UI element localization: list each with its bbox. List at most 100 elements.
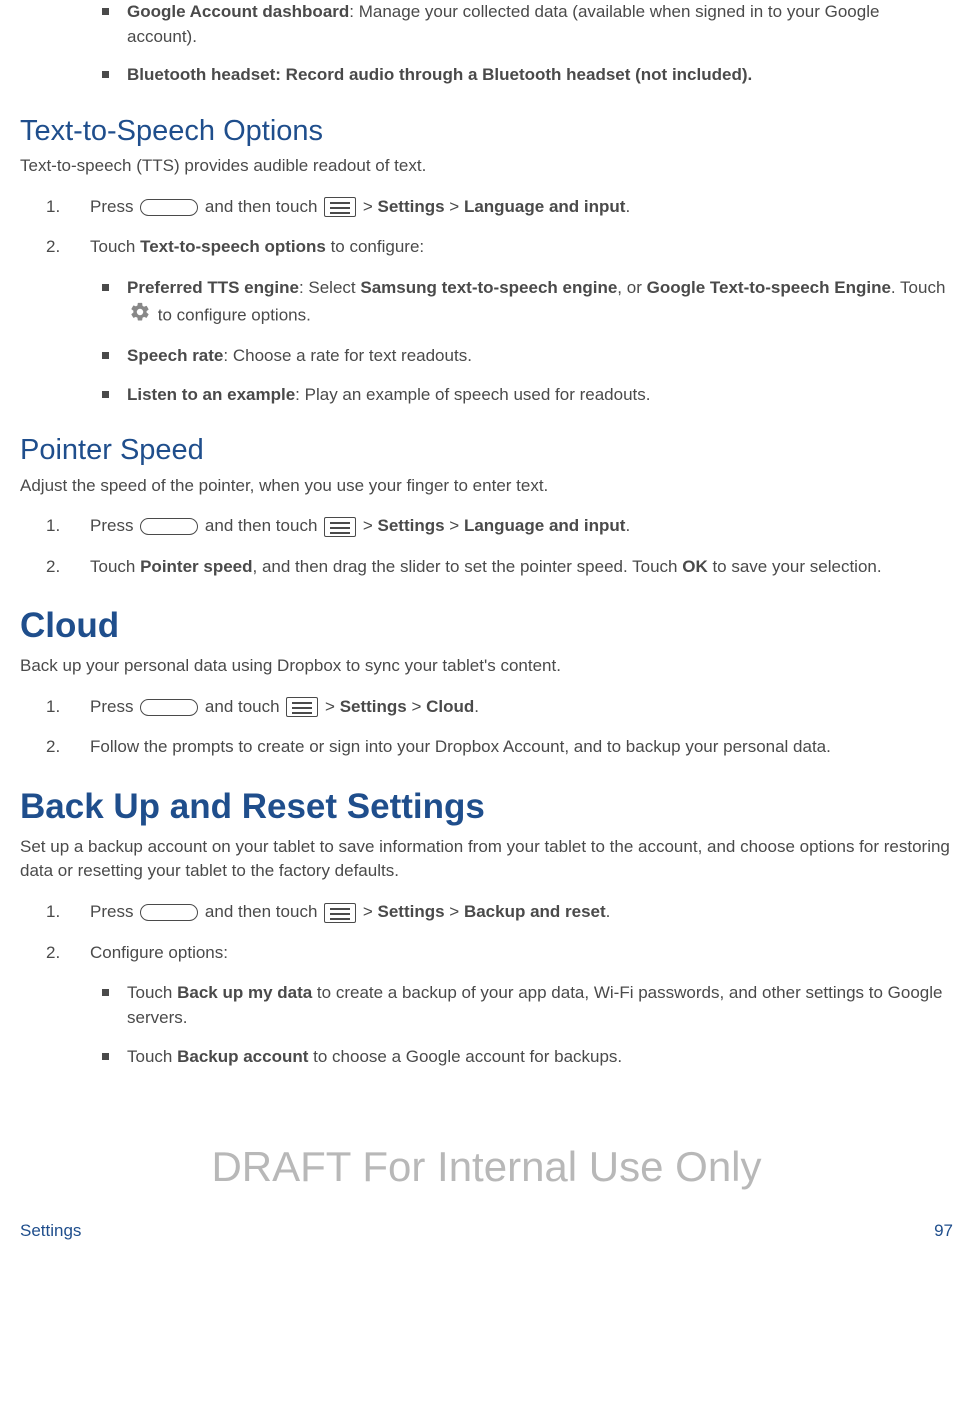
step-text: Follow the prompts to create or sign int… bbox=[90, 735, 953, 760]
bullet-text: Touch Backup account to choose a Google … bbox=[127, 1045, 953, 1070]
gear-icon bbox=[129, 301, 151, 331]
bold-text: Language and input bbox=[464, 197, 626, 216]
cloud-intro: Back up your personal data using Dropbox… bbox=[20, 654, 953, 679]
bullet-icon bbox=[102, 284, 109, 291]
intro-bullet-list: Google Account dashboard: Manage your co… bbox=[20, 0, 953, 88]
backup-heading: Back Up and Reset Settings bbox=[20, 782, 953, 833]
tts-intro: Text-to-speech (TTS) provides audible re… bbox=[20, 154, 953, 179]
tts-heading: Text-to-Speech Options bbox=[20, 110, 953, 152]
text: > bbox=[445, 902, 464, 921]
home-button-icon bbox=[140, 199, 198, 216]
text: to configure: bbox=[326, 237, 424, 256]
text: . bbox=[625, 516, 630, 535]
bold-text: Settings bbox=[340, 697, 407, 716]
menu-icon bbox=[286, 697, 318, 717]
text: > bbox=[445, 516, 464, 535]
cloud-section: Cloud Back up your personal data using D… bbox=[20, 601, 953, 760]
text: : Choose a rate for text readouts. bbox=[223, 346, 472, 365]
home-button-icon bbox=[140, 518, 198, 535]
menu-icon bbox=[324, 197, 356, 217]
text: . bbox=[474, 697, 479, 716]
footer-page-number: 97 bbox=[934, 1219, 953, 1244]
cloud-heading: Cloud bbox=[20, 601, 953, 652]
bullet-icon bbox=[102, 71, 109, 78]
bold-text: OK bbox=[682, 557, 708, 576]
list-item: Preferred TTS engine: Select Samsung tex… bbox=[20, 276, 953, 330]
pointer-section: Pointer Speed Adjust the speed of the po… bbox=[20, 429, 953, 579]
bold-text: Google Text-to-speech Engine bbox=[647, 278, 891, 297]
bold-text: Settings bbox=[378, 516, 445, 535]
bold-text: Back up my data bbox=[177, 983, 312, 1002]
list-item: Touch Backup account to choose a Google … bbox=[20, 1045, 953, 1070]
tts-section: Text-to-Speech Options Text-to-speech (T… bbox=[20, 110, 953, 408]
bold-text: Speech rate bbox=[127, 346, 223, 365]
bold-text: Samsung text-to-speech engine bbox=[360, 278, 617, 297]
text: Press bbox=[90, 516, 138, 535]
text: . bbox=[606, 902, 611, 921]
step-text: Configure options: bbox=[90, 941, 953, 966]
list-item: Touch Back up my data to create a backup… bbox=[20, 981, 953, 1030]
text: > bbox=[358, 516, 377, 535]
list-item: 1. Press and then touch > Settings > Bac… bbox=[20, 900, 953, 925]
backup-steps: 1. Press and then touch > Settings > Bac… bbox=[20, 900, 953, 965]
text: Touch bbox=[90, 557, 140, 576]
num-marker: 2. bbox=[46, 555, 90, 580]
step-text: Touch Pointer speed, and then drag the s… bbox=[90, 555, 953, 580]
text: Touch bbox=[90, 237, 140, 256]
text: > bbox=[407, 697, 426, 716]
bold-text: Backup account bbox=[177, 1047, 308, 1066]
list-item: 2. Follow the prompts to create or sign … bbox=[20, 735, 953, 760]
bold-text: Settings bbox=[378, 197, 445, 216]
list-item: 2. Touch Pointer speed, and then drag th… bbox=[20, 555, 953, 580]
bold-text: Cloud bbox=[426, 697, 474, 716]
bold-text: Preferred TTS engine bbox=[127, 278, 299, 297]
text: , and then drag the slider to set the po… bbox=[253, 557, 683, 576]
text: > bbox=[320, 697, 339, 716]
text: Press bbox=[90, 697, 138, 716]
spacer bbox=[20, 1083, 953, 1213]
pointer-heading: Pointer Speed bbox=[20, 429, 953, 471]
list-item: 2. Configure options: bbox=[20, 941, 953, 966]
step-text: Touch Text-to-speech options to configur… bbox=[90, 235, 953, 260]
bullet-text: Touch Back up my data to create a backup… bbox=[127, 981, 953, 1030]
text: and then touch bbox=[200, 516, 322, 535]
list-item: 1. Press and then touch > Settings > Lan… bbox=[20, 195, 953, 220]
bullet-text: Bluetooth headset: Record audio through … bbox=[127, 63, 953, 88]
text: and then touch bbox=[200, 902, 322, 921]
text: > bbox=[445, 197, 464, 216]
num-marker: 2. bbox=[46, 735, 90, 760]
step-text: Press and then touch > Settings > Langua… bbox=[90, 514, 953, 539]
bullet-icon bbox=[102, 8, 109, 15]
bullet-icon bbox=[102, 352, 109, 359]
text: to configure options. bbox=[153, 305, 311, 324]
step-text: Press and then touch > Settings > Backup… bbox=[90, 900, 953, 925]
backup-section: Back Up and Reset Settings Set up a back… bbox=[20, 782, 953, 1069]
tts-sub-list: Preferred TTS engine: Select Samsung tex… bbox=[20, 276, 953, 408]
footer-section-name: Settings bbox=[20, 1219, 81, 1244]
bold-text: Settings bbox=[378, 902, 445, 921]
cloud-steps: 1. Press and touch > Settings > Cloud. 2… bbox=[20, 695, 953, 760]
text: Press bbox=[90, 197, 138, 216]
bold-text: Pointer speed bbox=[140, 557, 252, 576]
num-marker: 1. bbox=[46, 195, 90, 220]
num-marker: 2. bbox=[46, 941, 90, 966]
list-item: Bluetooth headset: Record audio through … bbox=[20, 63, 953, 88]
text: > bbox=[358, 902, 377, 921]
bold-text: Bluetooth headset: Record audio through … bbox=[127, 65, 752, 84]
text: and then touch bbox=[200, 197, 322, 216]
bold-text: Text-to-speech options bbox=[140, 237, 326, 256]
bullet-text: Preferred TTS engine: Select Samsung tex… bbox=[127, 276, 953, 330]
list-item: Google Account dashboard: Manage your co… bbox=[20, 0, 953, 49]
num-marker: 2. bbox=[46, 235, 90, 260]
step-text: Press and then touch > Settings > Langua… bbox=[90, 195, 953, 220]
text: Touch bbox=[127, 983, 177, 1002]
menu-icon bbox=[324, 517, 356, 537]
text: : Play an example of speech used for rea… bbox=[295, 385, 650, 404]
bold-text: Language and input bbox=[464, 516, 626, 535]
text: . Touch bbox=[891, 278, 946, 297]
backup-sub-list: Touch Back up my data to create a backup… bbox=[20, 981, 953, 1069]
num-marker: 1. bbox=[46, 695, 90, 720]
bullet-icon bbox=[102, 391, 109, 398]
bullet-text: Speech rate: Choose a rate for text read… bbox=[127, 344, 953, 369]
bold-text: Backup and reset bbox=[464, 902, 606, 921]
